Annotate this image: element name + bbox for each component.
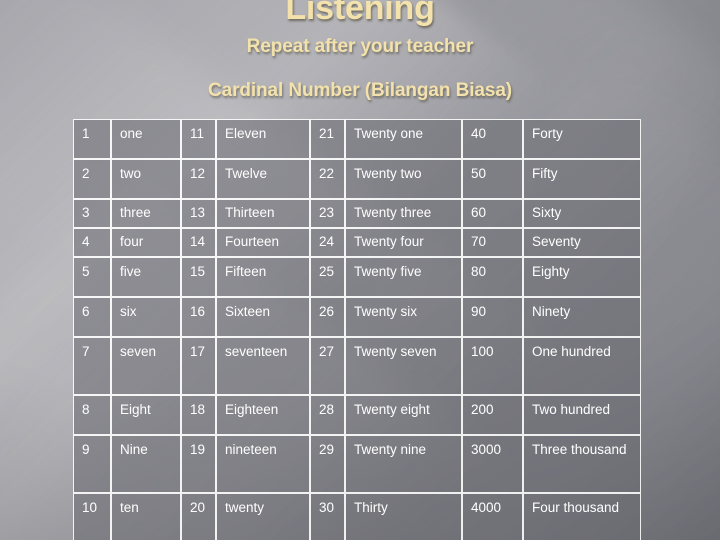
table-cell-number: 70 [463, 229, 522, 256]
table-cell-word: Twelve [217, 160, 309, 198]
table-cell-number: 6 [74, 298, 110, 336]
table-cell-number: 29 [311, 436, 344, 492]
table-cell-number: 25 [311, 258, 344, 296]
table-row: 5 five 15 Fifteen 25 Twenty five 80 Eighty [74, 258, 640, 296]
table-cell-number: 40 [463, 120, 522, 158]
table-row: 1 one 11 Eleven 21 Twenty one 40 Forty [74, 120, 640, 158]
table-cell-number: 15 [182, 258, 215, 296]
table-cell-number: 27 [311, 338, 344, 394]
table-cell-word: Twenty nine [346, 436, 461, 492]
table-cell-word: Eight [112, 396, 180, 434]
table-cell-word: Twenty six [346, 298, 461, 336]
table-cell-number: 23 [311, 200, 344, 227]
table-cell-number: 16 [182, 298, 215, 336]
table-cell-number: 14 [182, 229, 215, 256]
table-cell-number: 90 [463, 298, 522, 336]
table-cell-number: 24 [311, 229, 344, 256]
table-cell-word: ten [112, 494, 180, 540]
cardinal-number-table-container: 1 one 11 Eleven 21 Twenty one 40 Forty 2 two 12 Twe… [72, 118, 640, 540]
table-cell-word: Twenty one [346, 120, 461, 158]
table-cell-word: four [112, 229, 180, 256]
table-cell-number: 11 [182, 120, 215, 158]
table-cell-word: Twenty five [346, 258, 461, 296]
table-cell-number: 3 [74, 200, 110, 227]
table-cell-word: Two hundred [524, 396, 640, 434]
table-cell-word: Sixty [524, 200, 640, 227]
table-cell-number: 22 [311, 160, 344, 198]
table-cell-word: Sixteen [217, 298, 309, 336]
table-cell-word: Four thousand [524, 494, 640, 540]
table-cell-word: five [112, 258, 180, 296]
table-cell-number: 10 [74, 494, 110, 540]
table-cell-number: 12 [182, 160, 215, 198]
table-cell-number: 21 [311, 120, 344, 158]
slide-headings: Listening Repeat after your teacher Card… [0, 0, 720, 102]
table-cell-number: 18 [182, 396, 215, 434]
table-cell-number: 5 [74, 258, 110, 296]
table-cell-number: 80 [463, 258, 522, 296]
table-cell-word: seven [112, 338, 180, 394]
table-cell-number: 17 [182, 338, 215, 394]
table-cell-word: Fifty [524, 160, 640, 198]
table-cell-number: 2 [74, 160, 110, 198]
table-cell-word: nineteen [217, 436, 309, 492]
slide-subtitle: Repeat after your teacher [246, 35, 474, 57]
table-row: 2 two 12 Twelve 22 Twenty two 50 Fifty [74, 160, 640, 198]
table-cell-word: Twenty eight [346, 396, 461, 434]
table-cell-number: 100 [463, 338, 522, 394]
table-cell-word: Eleven [217, 120, 309, 158]
table-cell-word: Thirty [346, 494, 461, 540]
table-cell-number: 7 [74, 338, 110, 394]
table-cell-number: 4 [74, 229, 110, 256]
table-row: 7 seven 17 seventeen 27 Twenty seven 100 One hu… [74, 338, 640, 394]
table-row: 10 ten 20 twenty 30 Thirty 4000 Four thousand [74, 494, 640, 540]
table-cell-word: seventeen [217, 338, 309, 394]
table-cell-word: Eighteen [217, 396, 309, 434]
table-cell-word: Nine [112, 436, 180, 492]
table-cell-number: 13 [182, 200, 215, 227]
table-cell-number: 30 [311, 494, 344, 540]
table-cell-word: Forty [524, 120, 640, 158]
table-cell-word: Eighty [524, 258, 640, 296]
table-cell-word: Fourteen [217, 229, 309, 256]
table-row: 4 four 14 Fourteen 24 Twenty four 70 Seventy [74, 229, 640, 256]
table-cell-number: 3000 [463, 436, 522, 492]
table-cell-word: Thirteen [217, 200, 309, 227]
table-cell-word: two [112, 160, 180, 198]
table-row: 8 Eight 18 Eighteen 28 Twenty eight 200 Two hun… [74, 396, 640, 434]
table-cell-number: 28 [311, 396, 344, 434]
table-cell-number: 9 [74, 436, 110, 492]
table-cell-number: 8 [74, 396, 110, 434]
table-cell-word: three [112, 200, 180, 227]
slide-title: Listening [285, 0, 435, 27]
table-cell-word: Twenty two [346, 160, 461, 198]
table-cell-number: 200 [463, 396, 522, 434]
cardinal-number-table-body: 1 one 11 Eleven 21 Twenty one 40 Forty 2 two 12 Twe… [74, 120, 640, 540]
table-cell-number: 4000 [463, 494, 522, 540]
table-cell-number: 60 [463, 200, 522, 227]
table-cell-number: 19 [182, 436, 215, 492]
table-cell-word: one [112, 120, 180, 158]
table-row: 6 six 16 Sixteen 26 Twenty six 90 Ninety [74, 298, 640, 336]
table-cell-word: Twenty four [346, 229, 461, 256]
table-cell-number: 26 [311, 298, 344, 336]
table-cell-number: 20 [182, 494, 215, 540]
section-title: Cardinal Number (Bilangan Biasa) [207, 79, 513, 101]
cardinal-number-table: 1 one 11 Eleven 21 Twenty one 40 Forty 2 two 12 Twe… [72, 118, 642, 540]
table-cell-word: Ninety [524, 298, 640, 336]
table-cell-word: Seventy [524, 229, 640, 256]
table-cell-word: six [112, 298, 180, 336]
table-row: 9 Nine 19 nineteen 29 Twenty nine 3000 Three th… [74, 436, 640, 492]
table-cell-word: Twenty three [346, 200, 461, 227]
table-cell-word: Twenty seven [346, 338, 461, 394]
table-cell-word: Fifteen [217, 258, 309, 296]
table-cell-word: twenty [217, 494, 309, 540]
table-cell-word: Three thousand [524, 436, 640, 492]
table-cell-number: 50 [463, 160, 522, 198]
table-row: 3 three 13 Thirteen 23 Twenty three 60 Sixty [74, 200, 640, 227]
table-cell-number: 1 [74, 120, 110, 158]
table-cell-word: One hundred [524, 338, 640, 394]
